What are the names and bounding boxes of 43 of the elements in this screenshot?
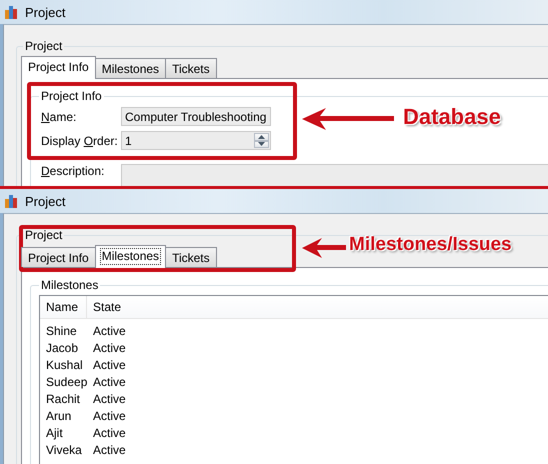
list-cell-text: Active <box>92 442 126 456</box>
window-title: Project <box>25 194 66 208</box>
list-cell-text: Arun <box>45 408 72 422</box>
field-label: Display Order: <box>41 134 119 148</box>
tab[interactable]: Milestones <box>94 58 166 78</box>
field-label: Description: <box>41 164 106 178</box>
tab[interactable]: Milestones <box>94 245 166 268</box>
list-cell-text: Jacob <box>45 340 80 354</box>
tab[interactable]: Tickets <box>165 58 217 78</box>
list-cell-text: Active <box>92 374 126 388</box>
list-cell-text: Rachit <box>45 392 82 406</box>
column-header[interactable]: Name <box>40 296 87 318</box>
group-title: Milestones <box>40 278 100 292</box>
bar-chart-icon <box>4 5 18 19</box>
list-cell-text: Active <box>92 392 126 406</box>
tab[interactable]: Project Info <box>21 56 96 79</box>
up-arrow-icon <box>258 134 265 139</box>
window-title: Project <box>25 4 66 20</box>
tab[interactable]: Project Info <box>21 247 96 267</box>
spin-up-button[interactable] <box>254 133 269 140</box>
list-cell-text: Active <box>92 324 126 338</box>
list-cell-text: Shine <box>45 324 78 338</box>
list-cell-text: Active <box>92 426 126 440</box>
column-header[interactable]: State <box>87 296 122 318</box>
list-cell-text: Active <box>92 358 126 372</box>
callout-label: Database <box>403 104 501 130</box>
list-cell-text: Ajit <box>45 426 64 440</box>
text-field[interactable]: Computer Troubleshooting <box>121 107 271 126</box>
down-arrow-icon <box>258 142 265 146</box>
group-title: Project <box>24 39 64 53</box>
bar-chart-icon <box>4 194 18 208</box>
list-cell-text: Viveka <box>45 442 83 456</box>
list-cell-text: Active <box>92 340 126 354</box>
callout-label: Milestones/Issues <box>349 234 512 256</box>
field-label: Name: <box>41 110 78 124</box>
number-field[interactable]: 1 <box>121 131 271 150</box>
tab[interactable]: Tickets <box>165 247 217 267</box>
list-cell-text: Sudeep <box>45 374 87 388</box>
list-cell-text: Active <box>92 408 126 422</box>
group-title: Project <box>24 228 64 242</box>
group-title: Project Info <box>40 89 103 103</box>
list-cell-text: Kushal <box>45 358 84 372</box>
arrow <box>300 235 348 261</box>
